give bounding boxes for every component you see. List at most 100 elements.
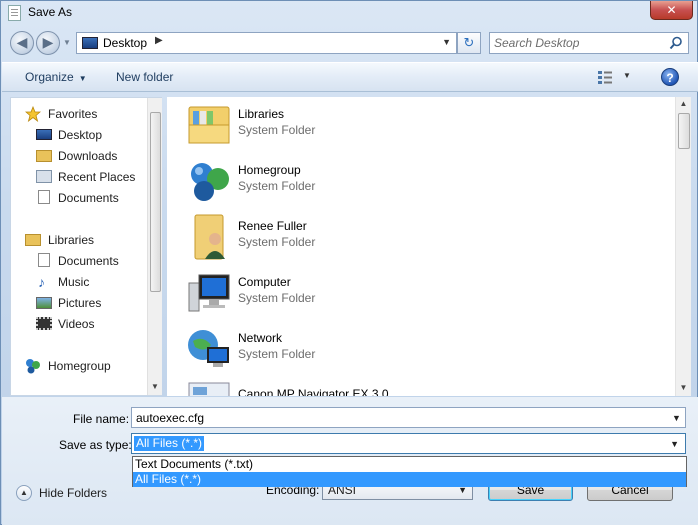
pictures-icon bbox=[36, 297, 52, 309]
sidebar-item-label: Downloads bbox=[58, 149, 118, 163]
desktop-icon bbox=[82, 37, 98, 49]
file-name: Renee Fuller bbox=[238, 219, 307, 233]
scroll-up-icon[interactable]: ▲ bbox=[676, 99, 691, 108]
libraries-header[interactable]: Libraries bbox=[25, 230, 161, 250]
save-as-dialog: Save As ✕ ◀ ▶ ▼ Desktop ▶ ▼ ↻ Organize ▼ … bbox=[0, 0, 698, 525]
navigation-scrollbar[interactable]: ▼ bbox=[147, 98, 162, 395]
organize-label: Organize bbox=[25, 70, 74, 84]
window-title: Save As bbox=[28, 5, 73, 19]
chevron-up-icon: ▲ bbox=[16, 485, 32, 501]
file-name: Libraries bbox=[238, 107, 285, 121]
sidebar-item-desktop[interactable]: Desktop bbox=[36, 125, 161, 145]
address-bar[interactable]: Desktop ▶ ▼ bbox=[76, 32, 457, 54]
scroll-down-icon[interactable]: ▼ bbox=[148, 382, 162, 391]
videos-icon bbox=[36, 317, 52, 330]
organize-button[interactable]: Organize ▼ bbox=[25, 70, 87, 84]
file-name: Network bbox=[238, 331, 283, 345]
list-item[interactable]: Canon MP Navigator EX 3.0 bbox=[179, 381, 479, 396]
title-bar: Save As ✕ bbox=[1, 1, 697, 26]
file-name-dropdown-icon[interactable]: ▼ bbox=[672, 413, 681, 423]
sidebar-item-documents[interactable]: Documents bbox=[36, 188, 161, 208]
sidebar-item-label: Documents bbox=[58, 254, 119, 268]
file-name: Canon MP Navigator EX 3.0 bbox=[238, 387, 389, 396]
list-item[interactable]: Computer System Folder bbox=[179, 269, 479, 319]
file-type-option-all[interactable]: All Files (*.*) bbox=[133, 472, 686, 487]
shortcut-icon bbox=[188, 382, 230, 396]
command-bar: Organize ▼ New folder ▼ ? bbox=[2, 62, 698, 92]
back-button[interactable]: ◀ bbox=[10, 31, 34, 55]
file-type-option-text[interactable]: Text Documents (*.txt) bbox=[133, 457, 686, 472]
address-dropdown-icon[interactable]: ▼ bbox=[442, 37, 451, 47]
sidebar-item-videos[interactable]: Videos bbox=[36, 314, 161, 334]
scroll-down-icon[interactable]: ▼ bbox=[676, 383, 691, 392]
sidebar-item-homegroup[interactable]: Homegroup bbox=[25, 356, 161, 376]
sidebar-item-recent-places[interactable]: Recent Places bbox=[36, 167, 161, 187]
search-box[interactable] bbox=[489, 32, 689, 54]
address-location[interactable]: Desktop bbox=[103, 36, 147, 50]
file-name: Homegroup bbox=[238, 163, 301, 177]
music-note-icon: ♪ bbox=[38, 274, 45, 290]
sidebar-item-music[interactable]: ♪ Music bbox=[36, 272, 161, 292]
list-item[interactable]: Network System Folder bbox=[179, 325, 479, 375]
navigation-pane: Favorites Desktop Downloads Recent Place… bbox=[10, 97, 162, 396]
sidebar-item-label: Homegroup bbox=[48, 359, 111, 373]
navigation-bar: ◀ ▶ ▼ Desktop ▶ ▼ ↻ bbox=[1, 29, 697, 59]
file-name-input[interactable] bbox=[131, 407, 686, 428]
list-item[interactable]: Homegroup System Folder bbox=[179, 157, 479, 207]
sidebar-item-label: Pictures bbox=[58, 296, 102, 310]
change-view-icon[interactable] bbox=[597, 70, 613, 84]
sidebar-item-label: Documents bbox=[58, 191, 119, 205]
sidebar-item-label: Desktop bbox=[58, 128, 103, 142]
close-button[interactable]: ✕ bbox=[650, 1, 693, 20]
chevron-down-icon[interactable]: ▼ bbox=[670, 439, 679, 449]
file-type: System Folder bbox=[238, 123, 316, 137]
save-as-type-label: Save as type: bbox=[59, 438, 132, 452]
save-as-type-select[interactable]: All Files (*.*) ▼ bbox=[131, 433, 686, 454]
view-options-chevron-icon[interactable]: ▼ bbox=[623, 71, 631, 80]
search-input[interactable] bbox=[494, 35, 664, 51]
computer-icon bbox=[188, 274, 230, 312]
new-folder-button[interactable]: New folder bbox=[116, 70, 173, 84]
downloads-folder-icon bbox=[36, 150, 52, 162]
homegroup-icon bbox=[191, 163, 229, 201]
favorites-label: Favorites bbox=[48, 107, 98, 121]
hide-folders-label: Hide Folders bbox=[39, 486, 108, 500]
sidebar-item-label: Videos bbox=[58, 317, 95, 331]
libraries-icon bbox=[25, 234, 41, 246]
back-arrow-icon: ◀ bbox=[16, 34, 28, 50]
libraries-icon bbox=[188, 106, 230, 144]
notepad-icon bbox=[8, 5, 21, 21]
refresh-button[interactable]: ↻ bbox=[457, 32, 481, 54]
sidebar-item-downloads[interactable]: Downloads bbox=[36, 146, 161, 166]
sidebar-item-label: Music bbox=[58, 275, 90, 289]
desktop-icon bbox=[36, 129, 52, 140]
forward-button[interactable]: ▶ bbox=[36, 31, 60, 55]
user-folder-icon bbox=[194, 214, 225, 260]
network-icon bbox=[188, 330, 229, 367]
chevron-down-icon: ▼ bbox=[78, 74, 87, 83]
file-type: System Folder bbox=[238, 347, 316, 361]
file-list-scrollbar[interactable]: ▲ ▼ bbox=[675, 97, 691, 396]
homegroup-icon bbox=[26, 359, 40, 374]
list-item[interactable]: Renee Fuller System Folder bbox=[179, 213, 479, 263]
sidebar-item-library-documents[interactable]: Documents bbox=[36, 251, 161, 271]
help-button[interactable]: ? bbox=[661, 68, 679, 86]
search-icon[interactable] bbox=[669, 36, 683, 50]
favorites-header[interactable]: Favorites bbox=[25, 104, 161, 124]
file-type: System Folder bbox=[238, 291, 316, 305]
file-type-dropdown-list: Text Documents (*.txt) All Files (*.*) bbox=[132, 456, 687, 487]
list-item[interactable]: Libraries System Folder bbox=[179, 101, 479, 151]
breadcrumb-arrow-icon[interactable]: ▶ bbox=[155, 35, 163, 46]
scrollbar-thumb[interactable] bbox=[150, 112, 161, 292]
refresh-icon: ↻ bbox=[463, 35, 475, 50]
star-icon bbox=[25, 106, 41, 122]
scrollbar-thumb[interactable] bbox=[678, 113, 690, 149]
file-name-label: File name: bbox=[73, 412, 130, 426]
sidebar-item-pictures[interactable]: Pictures bbox=[36, 293, 161, 313]
document-icon bbox=[38, 253, 50, 267]
selected-file-type: All Files (*.*) bbox=[134, 436, 205, 451]
document-icon bbox=[38, 190, 50, 204]
libraries-label: Libraries bbox=[48, 233, 95, 247]
recent-places-icon bbox=[36, 170, 52, 183]
recent-locations-chevron-icon[interactable]: ▼ bbox=[63, 38, 71, 47]
